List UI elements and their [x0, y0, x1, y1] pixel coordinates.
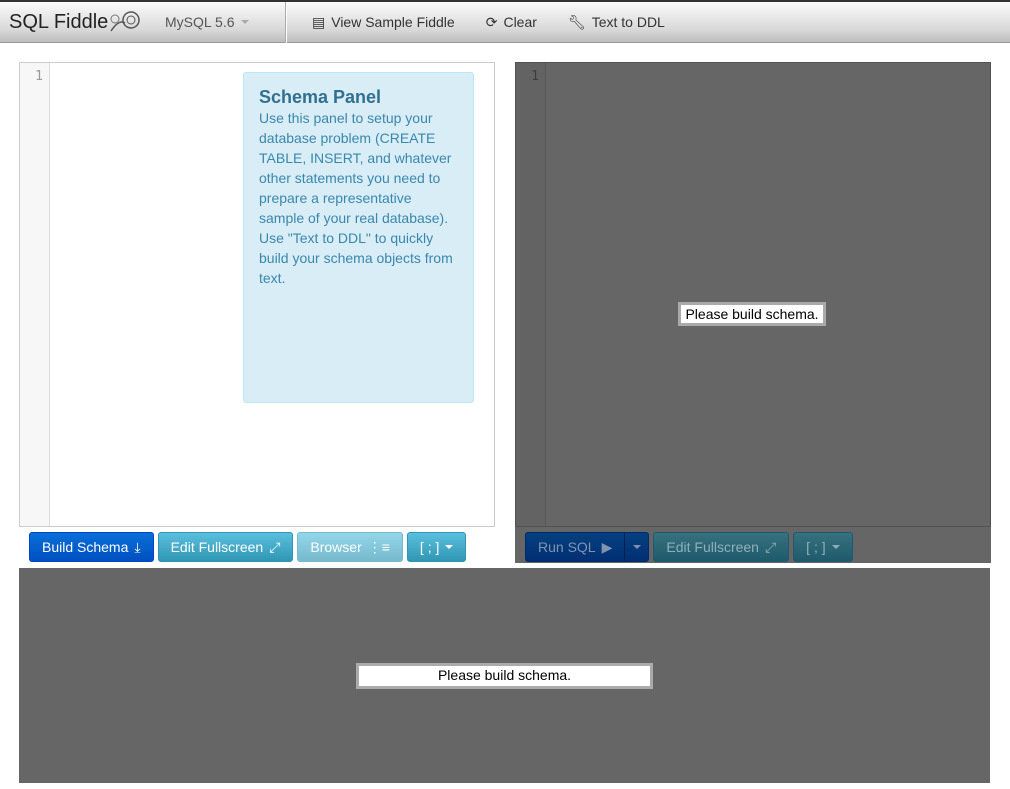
- run-sql-button[interactable]: Run SQL ▶: [525, 532, 650, 562]
- clear-link[interactable]: ⟳ Clear: [486, 14, 537, 31]
- run-options-dropdown[interactable]: [624, 533, 648, 561]
- caret-down-icon: [240, 20, 249, 24]
- caret-down-icon: [445, 545, 454, 549]
- schema-help-panel: Schema Panel Use this panel to setup your…: [243, 72, 474, 403]
- brand-text: SQL Fiddle: [9, 10, 109, 33]
- download-icon: ⤓: [134, 538, 141, 555]
- help-text: Use this panel to setup your database pr…: [259, 110, 453, 286]
- query-disabled-overlay: [515, 62, 991, 527]
- text-to-ddl-link[interactable]: 🔧︎ Text to DDL: [568, 14, 665, 31]
- view-sample-fiddle-link[interactable]: ▤ View Sample Fiddle: [312, 14, 455, 31]
- list-icon: ▤: [312, 13, 326, 30]
- results-status-message: Please build schema.: [356, 663, 653, 689]
- terminator-dropdown[interactable]: [ ; ]: [406, 532, 467, 562]
- divider: [285, 1, 286, 43]
- edit-fullscreen-button[interactable]: Edit Fullscreen ⤢: [157, 532, 294, 562]
- build-schema-button[interactable]: Build Schema ⤓: [29, 532, 154, 562]
- query-status-message: Please build schema.: [678, 302, 826, 326]
- query-edit-fullscreen-button[interactable]: Edit Fullscreen ⤢: [653, 532, 790, 562]
- caret-down-icon: [632, 545, 641, 549]
- play-icon: ▶: [601, 538, 613, 555]
- caret-down-icon: [831, 545, 840, 549]
- wrench-icon: 🔧︎: [567, 13, 586, 30]
- fiddlehead-icon: [110, 11, 141, 32]
- expand-icon: ⤢: [764, 538, 777, 555]
- expand-icon: ⤢: [269, 538, 281, 555]
- line-gutter: 1: [20, 63, 50, 526]
- refresh-icon: ⟳: [485, 13, 498, 30]
- tree-icon: ⋮≡: [367, 538, 390, 555]
- browser-button[interactable]: Browser ⋮≡: [297, 532, 403, 562]
- navbar: SQL Fiddle MySQL 5.6 ▤ View Sample Fiddle…: [0, 0, 1010, 43]
- database-select[interactable]: MySQL 5.6: [165, 14, 285, 30]
- brand-logo[interactable]: SQL Fiddle: [0, 11, 165, 34]
- query-terminator-dropdown[interactable]: [ ; ]: [793, 532, 853, 562]
- schema-editor[interactable]: 1 Schema Panel Use this panel to setup yo…: [19, 62, 495, 527]
- help-title: Schema Panel: [259, 87, 382, 107]
